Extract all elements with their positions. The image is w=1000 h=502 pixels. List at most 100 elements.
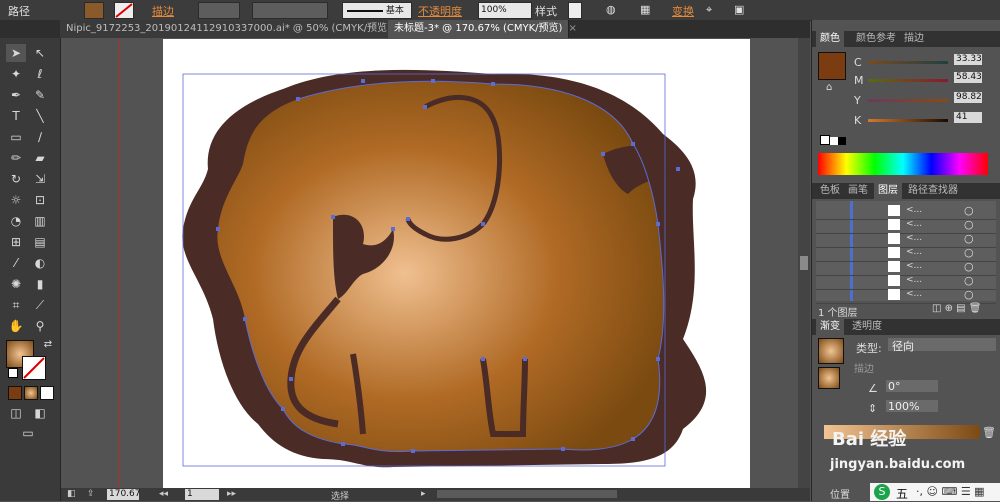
gradient-aspect-field[interactable]: 100% [886, 400, 938, 413]
target-icon[interactable]: ○ [964, 246, 974, 259]
artboard-nav-icon[interactable]: ◧ [67, 489, 76, 499]
stroke-label[interactable]: 描边 [152, 3, 174, 19]
elephant-artwork[interactable] [163, 39, 750, 488]
layer-actions-icon[interactable]: ◫ ⊕ ▤ 🗑 [932, 303, 982, 314]
drawing-mode-icon[interactable]: ◫ [6, 404, 26, 422]
tab-color-guide[interactable]: 颜色参考 [852, 31, 900, 47]
draw-inside-icon[interactable]: ◧ [30, 404, 50, 422]
channel-m-slider[interactable] [868, 79, 948, 82]
opacity-label[interactable]: 不透明度 [418, 3, 462, 19]
graphic-style-swatch[interactable] [568, 2, 582, 19]
blend-tool-icon[interactable]: ◐ [30, 254, 50, 272]
artboard-tool-icon[interactable]: ⌗ [6, 296, 26, 314]
stroke-color-swatch[interactable] [22, 356, 46, 380]
gradient-fill-swatch[interactable] [818, 367, 840, 389]
out-of-gamut-icon[interactable]: ⌂ [826, 82, 832, 93]
tab-document-2[interactable]: 未标题-3* @ 170.67% (CMYK/预览) × [388, 20, 577, 38]
magic-wand-icon[interactable]: ✦ [6, 65, 26, 83]
target-icon[interactable]: ○ [964, 260, 974, 273]
slice-tool-icon[interactable]: ⟋ [30, 296, 50, 314]
gradient-type-select[interactable]: 径向 [888, 338, 996, 353]
line-tool-icon[interactable]: ╲ [30, 107, 50, 125]
next-artboard-icon[interactable]: ▸▸ [227, 489, 236, 499]
scale-tool-icon[interactable]: ⇲ [30, 170, 50, 188]
opacity-field[interactable]: 100% [478, 2, 532, 19]
symbol-sprayer-icon[interactable]: ✺ [6, 275, 26, 293]
stroke-swatch[interactable] [114, 2, 134, 19]
graph-tool-icon[interactable]: ▮ [30, 275, 50, 293]
mesh-tool-icon[interactable]: ⊞ [6, 233, 26, 251]
color-fill-swatch[interactable] [818, 52, 846, 80]
eyedropper-icon[interactable]: ⁄ [6, 254, 26, 272]
export-icon[interactable]: ⇪ [87, 489, 95, 499]
target-icon[interactable]: ○ [964, 232, 974, 245]
perspective-grid-icon[interactable]: ▥ [30, 212, 50, 230]
screen-mode-icon[interactable]: ▭ [18, 424, 38, 442]
tab-stroke[interactable]: 描边 [900, 31, 928, 47]
close-icon[interactable]: × [568, 23, 576, 34]
lasso-icon[interactable]: ℓ [30, 65, 50, 83]
delete-stop-icon[interactable]: 🗑 [982, 426, 996, 439]
channel-m-value[interactable]: 58.43 [954, 72, 982, 83]
rectangle-tool-icon[interactable]: ▭ [6, 128, 26, 146]
tab-document-1[interactable]: Nipic_9172253_20190124112910337000.ai* @… [60, 20, 405, 38]
zoom-field[interactable]: 170.67 [107, 489, 141, 500]
layer-row[interactable]: <... ○ [816, 287, 996, 304]
target-icon[interactable]: ○ [964, 274, 974, 287]
warp-tool-icon[interactable]: ☼ [6, 191, 26, 209]
ime-mode-label[interactable]: 五 [896, 485, 908, 502]
selection-tool-icon[interactable]: ➤ [6, 44, 26, 62]
tab-swatches[interactable]: 色板 [816, 183, 844, 199]
color-spectrum[interactable] [818, 153, 988, 175]
vertical-scrollbar[interactable] [798, 38, 810, 488]
pen-tool-icon[interactable]: ✒ [6, 86, 26, 104]
recolor-icon[interactable]: ◍ [606, 3, 616, 16]
variable-width-dropdown[interactable] [252, 2, 328, 19]
ime-tools-icon[interactable]: ·, ☺ ⌨ ☰ ▦ [916, 485, 985, 498]
paintbrush-icon[interactable]: ∕ [30, 128, 50, 146]
none-white-black-swatches[interactable] [820, 135, 846, 145]
shape-builder-icon[interactable]: ◔ [6, 212, 26, 230]
align-icon[interactable]: ▦ [640, 3, 650, 16]
rotate-tool-icon[interactable]: ↻ [6, 170, 26, 188]
target-icon[interactable]: ○ [964, 218, 974, 231]
gradient-angle-field[interactable]: 0° [886, 380, 938, 393]
gradient-mode-icon[interactable] [24, 386, 38, 400]
channel-c-value[interactable]: 33.33 [954, 54, 982, 65]
direct-selection-tool-icon[interactable]: ↖ [30, 44, 50, 62]
tab-layers[interactable]: 图层 [874, 183, 902, 199]
sogou-icon[interactable]: S [874, 484, 890, 500]
eraser-icon[interactable]: ▰ [30, 149, 50, 167]
free-transform-icon[interactable]: ⊡ [30, 191, 50, 209]
type-tool-icon[interactable]: T [6, 107, 26, 125]
artboard[interactable] [163, 39, 750, 488]
gradient-tool-icon[interactable]: ▤ [30, 233, 50, 251]
horizontal-scrollbar[interactable] [437, 490, 617, 498]
scroll-thumb[interactable] [800, 256, 808, 270]
channel-k-value[interactable]: 41 [954, 112, 982, 123]
tab-gradient[interactable]: 渐变 [816, 319, 844, 335]
tab-pathfinder[interactable]: 路径查找器 [904, 183, 962, 199]
swap-colors-icon[interactable]: ⇄ [38, 336, 58, 354]
target-icon[interactable]: ○ [964, 288, 974, 301]
channel-k-slider[interactable] [868, 119, 948, 122]
none-mode-icon[interactable] [40, 386, 54, 400]
tab-transparency[interactable]: 透明度 [848, 319, 886, 335]
canvas-area[interactable] [61, 38, 810, 488]
color-mode-icon[interactable] [8, 386, 22, 400]
transform-label[interactable]: 变换 [672, 3, 694, 19]
tab-brushes[interactable]: 画笔 [844, 183, 872, 199]
gradient-preview-swatch[interactable] [818, 338, 844, 364]
prev-artboard-icon[interactable]: ◂◂ [159, 489, 168, 499]
channel-y-value[interactable]: 98.82 [954, 92, 982, 103]
isolate-icon[interactable]: ⌖ [706, 3, 712, 17]
zoom-tool-icon[interactable]: ⚲ [30, 317, 50, 335]
brush-style-dropdown[interactable]: 基本 [342, 2, 412, 19]
curvature-tool-icon[interactable]: ✎ [30, 86, 50, 104]
target-icon[interactable]: ○ [964, 204, 974, 217]
tab-color[interactable]: 颜色 [816, 31, 844, 47]
hand-tool-icon[interactable]: ✋ [6, 317, 26, 335]
channel-y-slider[interactable] [868, 99, 948, 102]
stroke-weight-field[interactable] [198, 2, 240, 19]
fill-swatch[interactable] [84, 2, 104, 19]
